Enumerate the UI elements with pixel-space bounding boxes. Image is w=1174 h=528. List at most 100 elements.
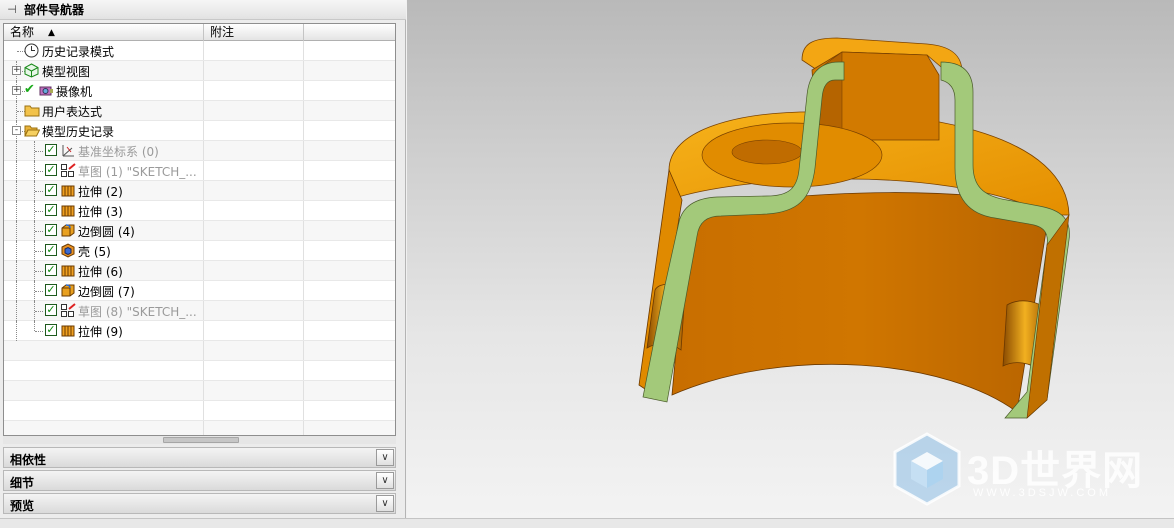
section-details[interactable]: 细节 ∨ bbox=[3, 470, 396, 491]
tree-row[interactable]: - 模型历史记录 bbox=[4, 121, 395, 141]
tree-cell-note bbox=[204, 241, 304, 260]
column-blank-header bbox=[304, 24, 395, 41]
tree-line bbox=[16, 161, 17, 181]
tree-cell-name: ✓ 拉伸 (2) bbox=[4, 181, 204, 201]
part-navigator-panel: ⊣ 部件导航器 名称 ▲ 附注 历史记录模式 + 模型视图 + ✔ 摄像机用户表达式 - 模型历… bbox=[0, 0, 406, 528]
section-preview-label: 预览 bbox=[10, 499, 35, 513]
column-name-header[interactable]: 名称 ▲ bbox=[4, 24, 204, 41]
column-header: 名称 ▲ 附注 bbox=[4, 24, 395, 41]
tree-row[interactable]: ✓ 拉伸 (2) bbox=[4, 181, 395, 201]
folder-open-icon bbox=[24, 123, 41, 138]
tree-row[interactable]: ✓ 拉伸 (3) bbox=[4, 201, 395, 221]
tree-row[interactable]: 用户表达式 bbox=[4, 101, 395, 121]
pin-icon[interactable]: ⊣ bbox=[0, 3, 24, 16]
tree-item-label: 用户表达式 bbox=[42, 105, 103, 119]
tree-cell-name: - 模型历史记录 bbox=[4, 121, 204, 141]
feature-checkbox[interactable]: ✓ bbox=[45, 144, 57, 156]
tree-item-label: 边倒圆 (4) bbox=[78, 225, 135, 239]
tree-cell-note bbox=[204, 261, 304, 280]
column-name-label: 名称 bbox=[10, 25, 35, 39]
feature-checkbox[interactable]: ✓ bbox=[45, 204, 57, 216]
tree-cell-name: 历史记录模式 bbox=[4, 41, 204, 60]
feature-checkbox[interactable]: ✓ bbox=[45, 184, 57, 196]
tree-line bbox=[16, 281, 17, 301]
tree-line bbox=[16, 221, 17, 241]
collapse-icon[interactable]: - bbox=[12, 126, 21, 135]
tree-row[interactable]: + ✔ 摄像机 bbox=[4, 81, 395, 101]
sort-ascending-icon: ▲ bbox=[48, 28, 55, 38]
feature-checkbox[interactable]: ✓ bbox=[45, 304, 57, 316]
chevron-down-icon[interactable]: ∨ bbox=[376, 472, 394, 489]
tree-cell-name: ✓ 基准坐标系 (0) bbox=[4, 141, 204, 161]
tree-row[interactable]: ✓ 壳 (5) bbox=[4, 241, 395, 261]
watermark-url: WWW.3DSJW.COM bbox=[973, 487, 1111, 499]
tree-row[interactable]: ✓ 草图 (1) "SKETCH_... bbox=[4, 161, 395, 181]
section-details-label: 细节 bbox=[10, 476, 35, 490]
sketch-icon bbox=[60, 303, 76, 318]
tree-item-label: 模型历史记录 bbox=[42, 125, 115, 139]
tree-row[interactable]: ✓ 边倒圆 (7) bbox=[4, 281, 395, 301]
tree-cell-name bbox=[4, 421, 204, 435]
feature-checkbox[interactable]: ✓ bbox=[45, 224, 57, 236]
tree-cell-name bbox=[4, 361, 204, 380]
expand-icon[interactable]: + bbox=[12, 66, 21, 75]
shell-icon bbox=[60, 243, 76, 258]
tree-cell-name bbox=[4, 401, 204, 420]
tree-line bbox=[16, 261, 17, 281]
feature-checkbox[interactable]: ✓ bbox=[45, 164, 57, 176]
tree-row[interactable]: + 模型视图 bbox=[4, 61, 395, 81]
section-dependencies[interactable]: 相依性 ∨ bbox=[3, 447, 396, 468]
chevron-down-icon[interactable]: ∨ bbox=[376, 449, 394, 466]
expand-icon[interactable]: + bbox=[12, 86, 21, 95]
feature-checkbox[interactable]: ✓ bbox=[45, 244, 57, 256]
column-note-label: 附注 bbox=[210, 25, 235, 39]
tree-cell-name: + ✔ 摄像机 bbox=[4, 81, 204, 101]
empty-row bbox=[4, 341, 395, 361]
tree-line bbox=[35, 251, 43, 252]
tree-item-label: 拉伸 (3) bbox=[78, 205, 123, 219]
horizontal-scrollbar[interactable] bbox=[3, 436, 396, 444]
feature-checkbox[interactable]: ✓ bbox=[45, 284, 57, 296]
tree-line bbox=[16, 301, 17, 321]
tree-line bbox=[34, 321, 35, 331]
column-note-header[interactable]: 附注 bbox=[204, 24, 304, 41]
tree-line bbox=[35, 271, 43, 272]
tree-row[interactable]: ✓ 边倒圆 (4) bbox=[4, 221, 395, 241]
tree-line bbox=[35, 151, 43, 152]
tree-line bbox=[16, 181, 17, 201]
extrude-icon bbox=[60, 203, 76, 218]
tree-line bbox=[35, 291, 43, 292]
section-preview[interactable]: 预览 ∨ bbox=[3, 493, 396, 514]
tree-item-label: 草图 (8) "SKETCH_... bbox=[78, 305, 197, 319]
tree-cell-note bbox=[204, 41, 304, 60]
tree-item-label: 边倒圆 (7) bbox=[78, 285, 135, 299]
tree-row[interactable]: ✓ 基准坐标系 (0) bbox=[4, 141, 395, 161]
empty-row bbox=[4, 421, 395, 435]
navigator-tree[interactable]: 名称 ▲ 附注 历史记录模式 + 模型视图 + ✔ 摄像机用户表达式 - 模型历史记录 ✓ 基准坐标… bbox=[3, 23, 396, 436]
feature-checkbox[interactable]: ✓ bbox=[45, 264, 57, 276]
tree-cell-name bbox=[4, 381, 204, 400]
tree-row[interactable]: ✓ 拉伸 (6) bbox=[4, 261, 395, 281]
tree-line bbox=[16, 241, 17, 261]
section-dependencies-label: 相依性 bbox=[10, 453, 47, 467]
empty-row bbox=[4, 381, 395, 401]
tree-row[interactable]: ✓ 草图 (8) "SKETCH_... bbox=[4, 301, 395, 321]
tree-cell-name: ✓ 边倒圆 (4) bbox=[4, 221, 204, 241]
tree-line bbox=[35, 231, 43, 232]
tree-row[interactable]: ✓ 拉伸 (9) bbox=[4, 321, 395, 341]
empty-row bbox=[4, 401, 395, 421]
chevron-down-icon[interactable]: ∨ bbox=[376, 495, 394, 512]
watermark: 3D世界网 WWW.3DSJW.COM bbox=[889, 430, 1159, 510]
feature-checkbox[interactable]: ✓ bbox=[45, 324, 57, 336]
tree-item-label: 模型视图 bbox=[42, 65, 91, 79]
tree-line bbox=[35, 171, 43, 172]
edge-blend-icon bbox=[60, 223, 76, 238]
scrollbar-thumb[interactable] bbox=[163, 437, 239, 443]
tree-item-label: 壳 (5) bbox=[78, 245, 111, 259]
graphics-viewport[interactable]: 3D世界网 WWW.3DSJW.COM bbox=[407, 0, 1174, 518]
tree-cell-note bbox=[204, 341, 304, 360]
tree-item-label: 拉伸 (9) bbox=[78, 325, 123, 339]
visible-check-icon[interactable]: ✔ bbox=[24, 82, 35, 97]
navigator-title: 部件导航器 bbox=[24, 3, 85, 17]
tree-row[interactable]: 历史记录模式 bbox=[4, 41, 395, 61]
